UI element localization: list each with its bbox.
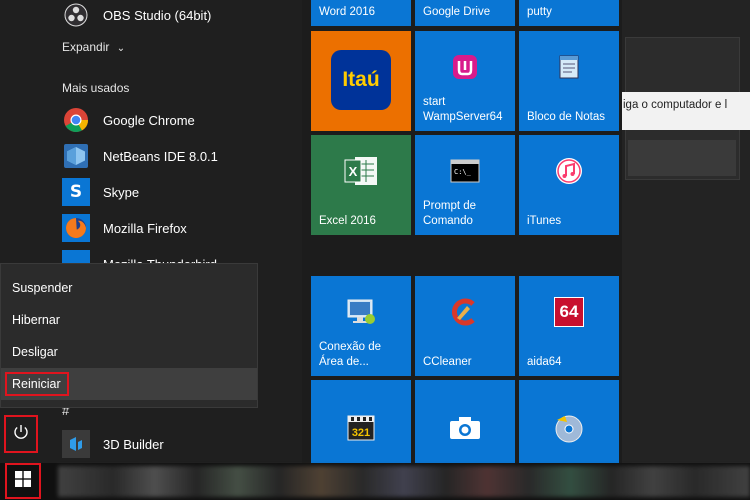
menu-item-label: Hibernar (12, 313, 60, 327)
tile-media-player[interactable]: 321 (311, 380, 411, 463)
tile-excel[interactable]: X Excel 2016 (311, 135, 411, 235)
expand-button[interactable]: Expandir ⌄ (62, 40, 125, 54)
tiles-panel: Word 2016 Google Drive putty Itaú start … (302, 0, 622, 463)
svg-text:C:\_: C:\_ (454, 168, 472, 176)
dvd-icon (553, 412, 585, 444)
tile-label: Google Drive (423, 6, 491, 18)
tile-label: iTunes (527, 215, 562, 227)
menu-item-label: Desligar (12, 345, 58, 359)
tile-wampserver[interactable]: start WampServer64 (415, 31, 515, 131)
app-item-obs[interactable]: OBS Studio (64bit) (62, 0, 302, 33)
wamp-icon (450, 52, 480, 82)
tooltip-text: iga o computador e l (623, 99, 728, 111)
cmd-icon: C:\_ (450, 159, 480, 183)
ccleaner-icon (449, 296, 481, 328)
svg-text:X: X (349, 164, 358, 179)
itunes-icon (555, 157, 583, 185)
tile-label: Bloco de Notas (527, 111, 605, 123)
tile-label: aida64 (527, 356, 562, 368)
tile-itunes[interactable]: iTunes (519, 135, 619, 235)
app-item-firefox[interactable]: Mozilla Firefox (62, 210, 302, 246)
tile-word[interactable]: Word 2016 (311, 0, 411, 26)
tile-ccleaner[interactable]: CCleaner (415, 276, 515, 376)
windows-logo-icon (15, 470, 31, 492)
tile-command-prompt[interactable]: C:\_ Prompt de Comando (415, 135, 515, 235)
tile-putty[interactable]: putty (519, 0, 619, 26)
highlight-restart-box (5, 372, 69, 396)
taskbar-apps-blurred (58, 466, 750, 497)
tile-label: Prompt de Comando (423, 200, 477, 227)
chevron-down-icon: ⌄ (116, 43, 126, 54)
app-item-label: 3D Builder (103, 436, 164, 452)
media-player-classic-icon: 321 (345, 412, 377, 444)
3d-builder-icon (62, 430, 90, 458)
power-menu-hibernate[interactable]: Hibernar (1, 304, 257, 336)
app-item-label: OBS Studio (64bit) (103, 7, 212, 23)
power-button[interactable] (4, 415, 38, 453)
tile-label: putty (527, 6, 552, 18)
power-menu-suspend[interactable]: Suspender (1, 272, 257, 304)
tile-remote-desktop[interactable]: Conexão de Área de... (311, 276, 411, 376)
app-item-label: NetBeans IDE 8.0.1 (103, 148, 218, 164)
background-subpanel (628, 140, 736, 176)
start-button[interactable] (5, 463, 41, 499)
aida64-icon: 64 (554, 297, 584, 327)
tile-itau[interactable]: Itaú (311, 31, 411, 131)
excel-icon: X (343, 154, 379, 188)
firefox-icon (62, 214, 90, 242)
app-item-skype[interactable]: S Skype (62, 174, 302, 210)
obs-icon (62, 1, 90, 29)
remote-desktop-icon (345, 297, 377, 327)
tile-label: Word 2016 (319, 6, 376, 18)
tile-google-drive[interactable]: Google Drive (415, 0, 515, 26)
tile-camera[interactable] (415, 380, 515, 463)
most-used-heading: Mais usados (62, 81, 130, 95)
power-menu-shutdown[interactable]: Desligar (1, 336, 257, 368)
app-item-label: Skype (103, 184, 140, 200)
app-item-label: Google Chrome (103, 112, 195, 128)
tile-label: Conexão de Área de... (319, 341, 382, 368)
tile-label: Excel 2016 (319, 215, 376, 227)
itau-logo: Itaú (331, 50, 391, 110)
tile-label: start WampServer64 (423, 96, 503, 123)
netbeans-icon (62, 142, 90, 170)
tile-aida64[interactable]: 64 aida64 (519, 276, 619, 376)
tile-notepad[interactable]: Bloco de Notas (519, 31, 619, 131)
skype-icon: S (62, 178, 90, 206)
background-tooltip: iga o computador e l (622, 92, 750, 130)
background-window: iga o computador e l (622, 0, 750, 463)
tile-label: CCleaner (423, 356, 472, 368)
svg-text:321: 321 (352, 427, 370, 439)
tile-dvd[interactable] (519, 380, 619, 463)
app-item-chrome[interactable]: Google Chrome (62, 102, 302, 138)
app-item-label: Mozilla Firefox (103, 220, 187, 236)
app-item-3d-builder[interactable]: 3D Builder (62, 426, 302, 462)
power-icon (12, 423, 30, 446)
menu-item-label: Suspender (12, 281, 73, 295)
app-item-netbeans[interactable]: NetBeans IDE 8.0.1 (62, 138, 302, 174)
expand-label: Expandir (62, 40, 110, 54)
notepad-icon (554, 52, 584, 82)
camera-icon (448, 415, 482, 441)
chrome-icon (62, 106, 90, 134)
